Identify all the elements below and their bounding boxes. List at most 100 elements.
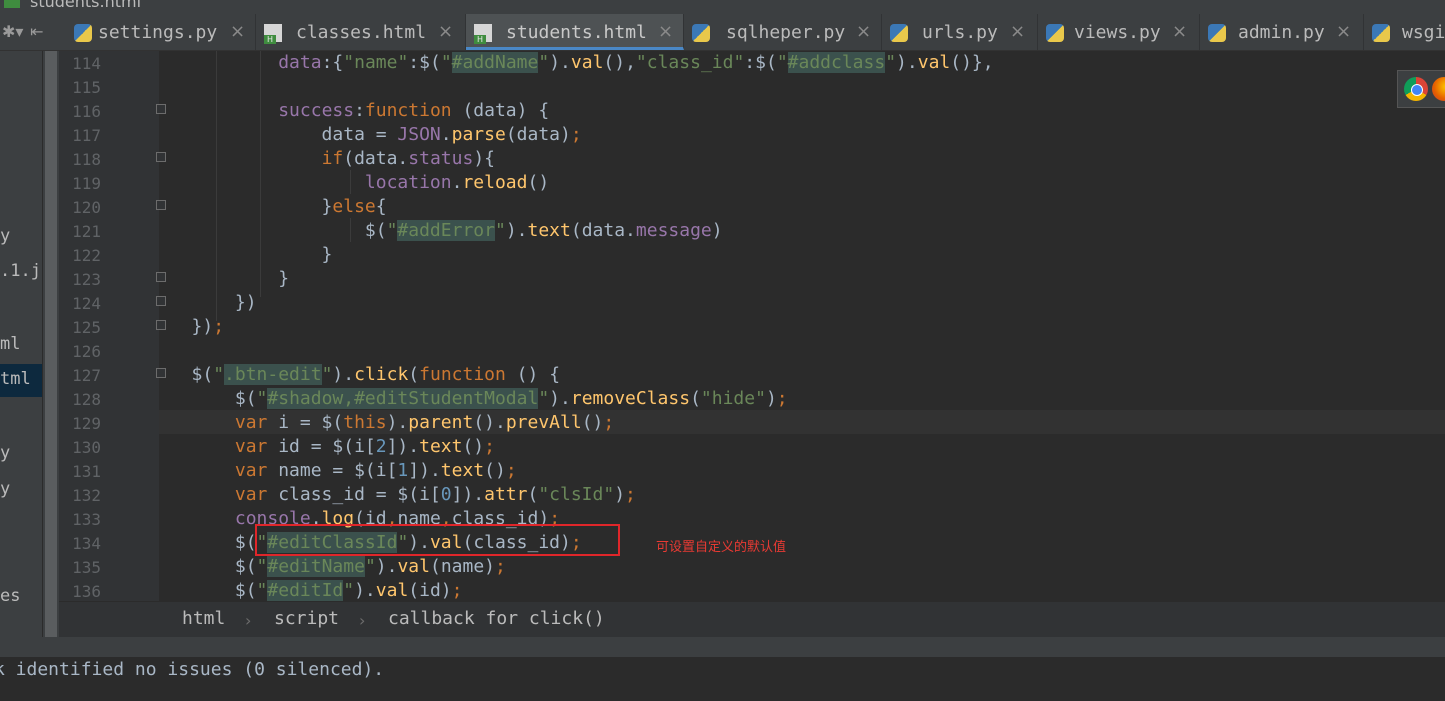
code-line-130: var id = $(i[2]).text(); — [234, 436, 495, 457]
html-file-icon — [264, 24, 282, 44]
code-line-136: $("#editId").val(id); — [159, 580, 463, 601]
breadcrumb: html › script › callback for click() — [59, 601, 1445, 638]
sidebar-scrollbar[interactable] — [42, 51, 59, 637]
code-line-119: location.reload() — [364, 172, 550, 193]
sidebar-item[interactable]: y — [0, 226, 10, 246]
collapse-icon[interactable]: ⇤ — [30, 22, 43, 41]
tab-views-py[interactable]: views.py × — [1038, 14, 1200, 50]
tab-sqlheper-py[interactable]: sqlheper.py × — [684, 14, 882, 50]
line-number: 122 — [72, 246, 101, 265]
close-icon[interactable]: × — [1172, 21, 1187, 42]
line-number: 129 — [72, 414, 101, 433]
python-file-icon — [1372, 24, 1390, 42]
tab-label: admin.py — [1238, 22, 1325, 43]
tab-classes-html[interactable]: classes.html × — [256, 14, 466, 50]
sidebar-item[interactable]: ml — [0, 334, 20, 354]
line-number: 134 — [72, 534, 101, 553]
code-line-116: success:function (data) { — [278, 100, 550, 121]
code-line-121: $("#addError").text(data.message) — [159, 220, 723, 241]
python-file-icon — [692, 24, 710, 42]
close-icon[interactable]: × — [230, 21, 245, 42]
settings-icon[interactable]: ✱▾ — [2, 22, 23, 41]
tab-label: settings.py — [98, 22, 218, 43]
tab-urls-py[interactable]: urls.py × — [882, 14, 1038, 50]
html-file-icon — [474, 24, 492, 44]
line-number: 135 — [72, 558, 101, 577]
line-number: 119 — [72, 174, 101, 193]
code-line-114: data:{"name":$("#addName").val(),"class_… — [278, 52, 994, 73]
console-header — [0, 637, 1445, 657]
line-number: 121 — [72, 222, 101, 241]
close-icon[interactable]: × — [856, 21, 871, 42]
code-line-125: }); — [159, 316, 225, 337]
tab-label: urls.py — [922, 22, 998, 43]
console-output: k identified no issues (0 silenced). — [0, 659, 385, 680]
tab-label: views.py — [1074, 22, 1161, 43]
line-number: 133 — [72, 510, 101, 529]
close-icon[interactable]: × — [1010, 21, 1025, 42]
code-line-128: $("#shadow,#editStudentModal").removeCla… — [159, 388, 788, 409]
tab-admin-py[interactable]: admin.py × — [1200, 14, 1364, 50]
line-number: 116 — [72, 102, 101, 121]
code-line-122: } — [159, 244, 333, 265]
code-line-127: $(".btn-edit").click(function () { — [159, 364, 561, 385]
close-icon[interactable]: × — [1336, 21, 1351, 42]
tab-students-html[interactable]: students.html × — [466, 14, 684, 50]
code-line-117: data = JSON.parse(data); — [159, 124, 582, 145]
code-line-120: }else{ — [159, 196, 387, 217]
code-line-124: }) — [159, 292, 257, 313]
line-number: 132 — [72, 486, 101, 505]
close-icon[interactable]: × — [438, 21, 453, 42]
window-title: students.html — [30, 0, 142, 11]
code-line-131: var name = $(i[1]).text(); — [234, 460, 517, 481]
line-number: 117 — [72, 126, 101, 145]
browser-launcher — [1397, 70, 1445, 108]
sidebar-item[interactable]: y — [0, 443, 10, 463]
annotation-highlight-box — [255, 524, 620, 556]
code-line-132: var class_id = $(i[0]).attr("clsId"); — [234, 484, 636, 505]
chevron-right-icon: › — [245, 611, 252, 630]
scrollbar-thumb[interactable] — [45, 51, 57, 637]
console-panel: k identified no issues (0 silenced). — [0, 637, 1445, 701]
python-file-icon — [1046, 24, 1064, 42]
breadcrumb-item-html[interactable]: html — [182, 608, 225, 629]
sidebar-item[interactable]: y — [0, 479, 10, 499]
html-file-icon — [4, 0, 20, 8]
code-line-123: } — [159, 268, 290, 289]
line-number: 126 — [72, 342, 101, 361]
line-number: 115 — [72, 78, 101, 97]
line-number: 114 — [72, 54, 101, 73]
line-number: 128 — [72, 390, 101, 409]
line-number: 131 — [72, 462, 101, 481]
annotation-note: 可设置自定义的默认值 — [656, 540, 787, 555]
breadcrumb-item-script[interactable]: script — [274, 608, 339, 629]
line-number: 125 — [72, 318, 101, 337]
window-title-bar: students.html — [0, 0, 1445, 14]
sidebar-item-selected[interactable]: tml — [0, 369, 31, 389]
line-number: 118 — [72, 150, 101, 169]
line-number: 127 — [72, 366, 101, 385]
firefox-icon[interactable] — [1432, 77, 1445, 101]
sidebar-item[interactable]: es — [0, 586, 20, 606]
python-file-icon — [74, 24, 92, 42]
tab-settings-py[interactable]: settings.py × — [66, 14, 256, 50]
line-number: 120 — [72, 198, 101, 217]
breadcrumb-item-callback[interactable]: callback for click() — [388, 608, 605, 629]
line-number: 123 — [72, 270, 101, 289]
tab-label: wsgi — [1402, 22, 1445, 43]
chevron-right-icon: › — [359, 611, 366, 630]
code-line-135: $("#editName").val(name); — [159, 556, 506, 577]
tab-wsgi-py[interactable]: wsgi — [1364, 14, 1445, 50]
code-editor[interactable]: data:{"name":$("#addName").val(),"class_… — [159, 51, 1445, 601]
tab-label: sqlheper.py — [726, 22, 846, 43]
code-line-129: var i = $(this).parent().prevAll(); — [234, 412, 615, 433]
python-file-icon — [890, 24, 908, 42]
project-sidebar: y .1.js ml tml y y es — [0, 51, 56, 637]
close-icon[interactable]: × — [658, 21, 673, 42]
chrome-icon[interactable] — [1404, 77, 1428, 101]
python-file-icon — [1208, 24, 1226, 42]
code-line-118: if(data.status){ — [321, 148, 495, 169]
line-number: 130 — [72, 438, 101, 457]
line-number: 136 — [72, 582, 101, 601]
tab-label: classes.html — [296, 22, 427, 43]
